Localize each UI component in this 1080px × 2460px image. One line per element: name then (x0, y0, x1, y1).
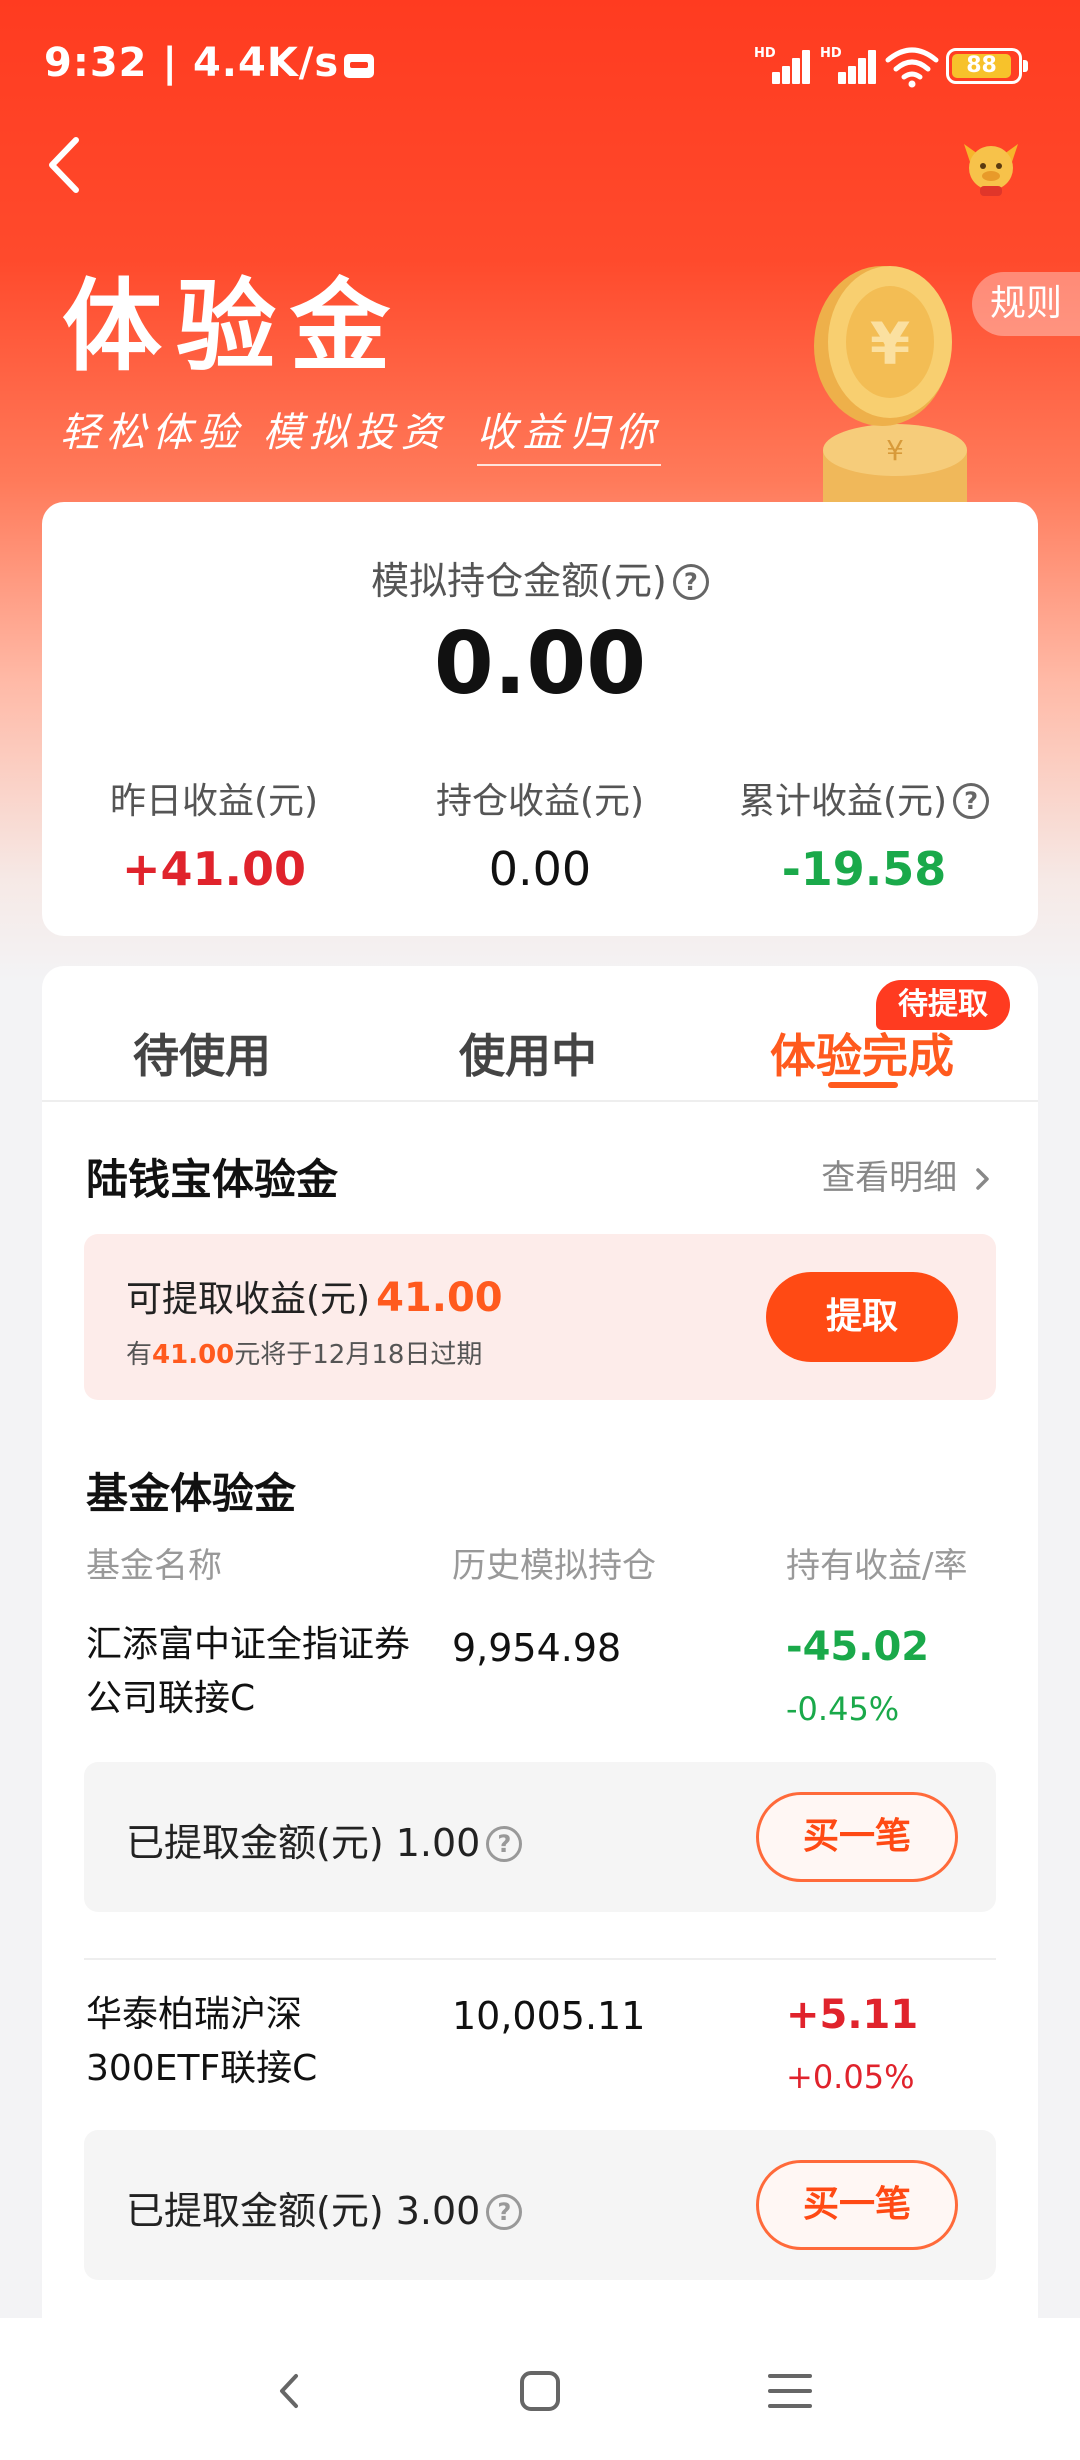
total-income-value: -19.58 (781, 842, 947, 896)
expiry-suffix: 元将于12月18日过期 (234, 1340, 483, 1370)
withdrawn-box: 已提取金额(元) 3.00? 买一笔 (84, 2130, 996, 2280)
fund-rate: -0.45% (786, 1690, 900, 1728)
yesterday-income-label: 昨日收益(元) (109, 781, 319, 822)
holding-label: 模拟持仓金额(元) (371, 559, 667, 603)
page-title: 体验金 (62, 268, 404, 385)
total-income: 累计收益(元)? -19.58 (714, 772, 1014, 896)
position-income-label: 持仓收益(元) (435, 781, 645, 822)
rules-button[interactable]: 规则 (972, 272, 1080, 336)
expiry-note: 有41.00元将于12月18日过期 (126, 1334, 482, 1371)
battery-level: 88 (952, 54, 1011, 78)
view-detail-label: 查看明细 (821, 1158, 958, 1198)
col-fund-name: 基金名称 (86, 1546, 222, 1586)
fund-section-title: 基金体验金 (86, 1469, 297, 1518)
withdrawn-value: 3.00 (395, 2189, 481, 2233)
fund-divider (84, 1958, 996, 1960)
nav-menu-icon[interactable] (750, 2356, 830, 2426)
experience-fund-card: 待使用 使用中 体验完成 待提取 陆钱宝体验金 查看明细 可提取收益(元) 41.… (42, 966, 1038, 2460)
mascot-icon[interactable] (956, 130, 1026, 200)
holding-label-row: 模拟持仓金额(元)? (42, 550, 1038, 605)
notification-icon (344, 54, 374, 78)
col-gain-rate: 持有收益/率 (786, 1546, 968, 1586)
battery-icon: 88 (946, 48, 1028, 84)
expiry-prefix: 有 (126, 1340, 153, 1370)
view-detail-link[interactable]: 查看明细 (821, 1150, 994, 1199)
fund-history-holding: 9,954.98 (452, 1626, 622, 1670)
wifi-icon (885, 47, 939, 88)
active-tab-indicator (828, 1082, 898, 1088)
tab-divider (42, 1100, 1038, 1102)
buy-button[interactable]: 买一笔 (756, 2160, 958, 2250)
tab-in-use[interactable]: 使用中 (378, 1020, 678, 1086)
slogan: 轻松体验 模拟投资 收益归你 (60, 400, 661, 466)
position-income: 持仓收益(元) 0.00 (390, 772, 690, 896)
withdrawable-row: 可提取收益(元) 41.00 (126, 1270, 503, 1322)
holding-amount: 0.00 (433, 614, 647, 714)
position-income-value: 0.00 (488, 842, 592, 896)
total-income-label: 累计收益(元) (738, 781, 948, 822)
withdrawn-row: 已提取金额(元) 1.00? (126, 1812, 523, 1867)
fund-rate: +0.05% (786, 2058, 915, 2096)
col-history-holding: 历史模拟持仓 (452, 1546, 656, 1586)
slogan-right: 收益归你 (476, 400, 661, 466)
signal-1-label: HD (754, 46, 776, 61)
total-income-label-row: 累计收益(元)? (714, 772, 1014, 824)
withdrawn-label: 已提取金额(元) (126, 2189, 384, 2233)
withdraw-button[interactable]: 提取 (766, 1272, 958, 1362)
question-icon[interactable]: ? (953, 783, 990, 819)
nav-home-icon[interactable] (500, 2356, 580, 2426)
withdrawn-label: 已提取金额(元) (126, 1821, 384, 1865)
buy-button[interactable]: 买一笔 (756, 1792, 958, 1882)
question-icon[interactable]: ? (486, 2194, 523, 2230)
question-icon[interactable]: ? (486, 1826, 523, 1862)
withdrawable-value: 41.00 (376, 1275, 503, 1321)
fund-gain: -45.02 (786, 1624, 930, 1670)
question-icon[interactable]: ? (672, 564, 709, 600)
fund-name-line1: 华泰柏瑞沪深 (86, 1994, 303, 2035)
expiry-amount: 41.00 (152, 1340, 235, 1370)
fund-name-line2: 公司联接C (86, 1678, 256, 1719)
fund-history-holding: 10,005.11 (452, 1994, 646, 2038)
yesterday-income-value: +41.00 (121, 842, 307, 896)
fund-name: 华泰柏瑞沪深 300ETF联接C (86, 1988, 446, 2096)
svg-text:¥: ¥ (870, 310, 910, 378)
chevron-right-icon (976, 1168, 989, 1190)
nav-back-icon[interactable] (250, 2356, 330, 2426)
back-arrow-icon[interactable] (38, 130, 98, 200)
signal-icon-1: HD (754, 46, 812, 84)
status-time: 9:32 | 4.4K/s (44, 40, 340, 86)
signal-icon-2: HD (820, 46, 878, 84)
yesterday-income: 昨日收益(元) +41.00 (64, 772, 364, 896)
signal-2-label: HD (820, 46, 842, 61)
withdrawable-box: 可提取收益(元) 41.00 有41.00元将于12月18日过期 提取 (84, 1234, 996, 1400)
to-withdraw-badge: 待提取 (876, 980, 1010, 1030)
withdrawn-row: 已提取金额(元) 3.00? (126, 2180, 523, 2235)
withdrawn-box: 已提取金额(元) 1.00? 买一笔 (84, 1762, 996, 1912)
tab-pending[interactable]: 待使用 (52, 1020, 352, 1086)
coin-illustration: ¥ ¥ (814, 266, 967, 510)
fund-name: 汇添富中证全指证券 公司联接C (86, 1618, 446, 1726)
withdrawn-value: 1.00 (395, 1821, 481, 1865)
fund-name-line1: 汇添富中证全指证券 (86, 1624, 411, 1665)
svg-text:¥: ¥ (886, 434, 904, 467)
system-nav-bar (0, 2318, 1080, 2460)
fund-gain: +5.11 (786, 1992, 919, 2038)
lqb-section-title: 陆钱宝体验金 (86, 1155, 339, 1204)
fund-name-line2: 300ETF联接C (86, 2048, 318, 2089)
holding-summary-card: 模拟持仓金额(元)? 0.00 昨日收益(元) +41.00 持仓收益(元) 0… (42, 502, 1038, 936)
status-bar: 9:32 | 4.4K/s HD HD 88 (44, 40, 1036, 100)
withdrawable-label: 可提取收益(元) (126, 1279, 371, 1320)
slogan-left: 轻松体验 模拟投资 (60, 410, 447, 456)
